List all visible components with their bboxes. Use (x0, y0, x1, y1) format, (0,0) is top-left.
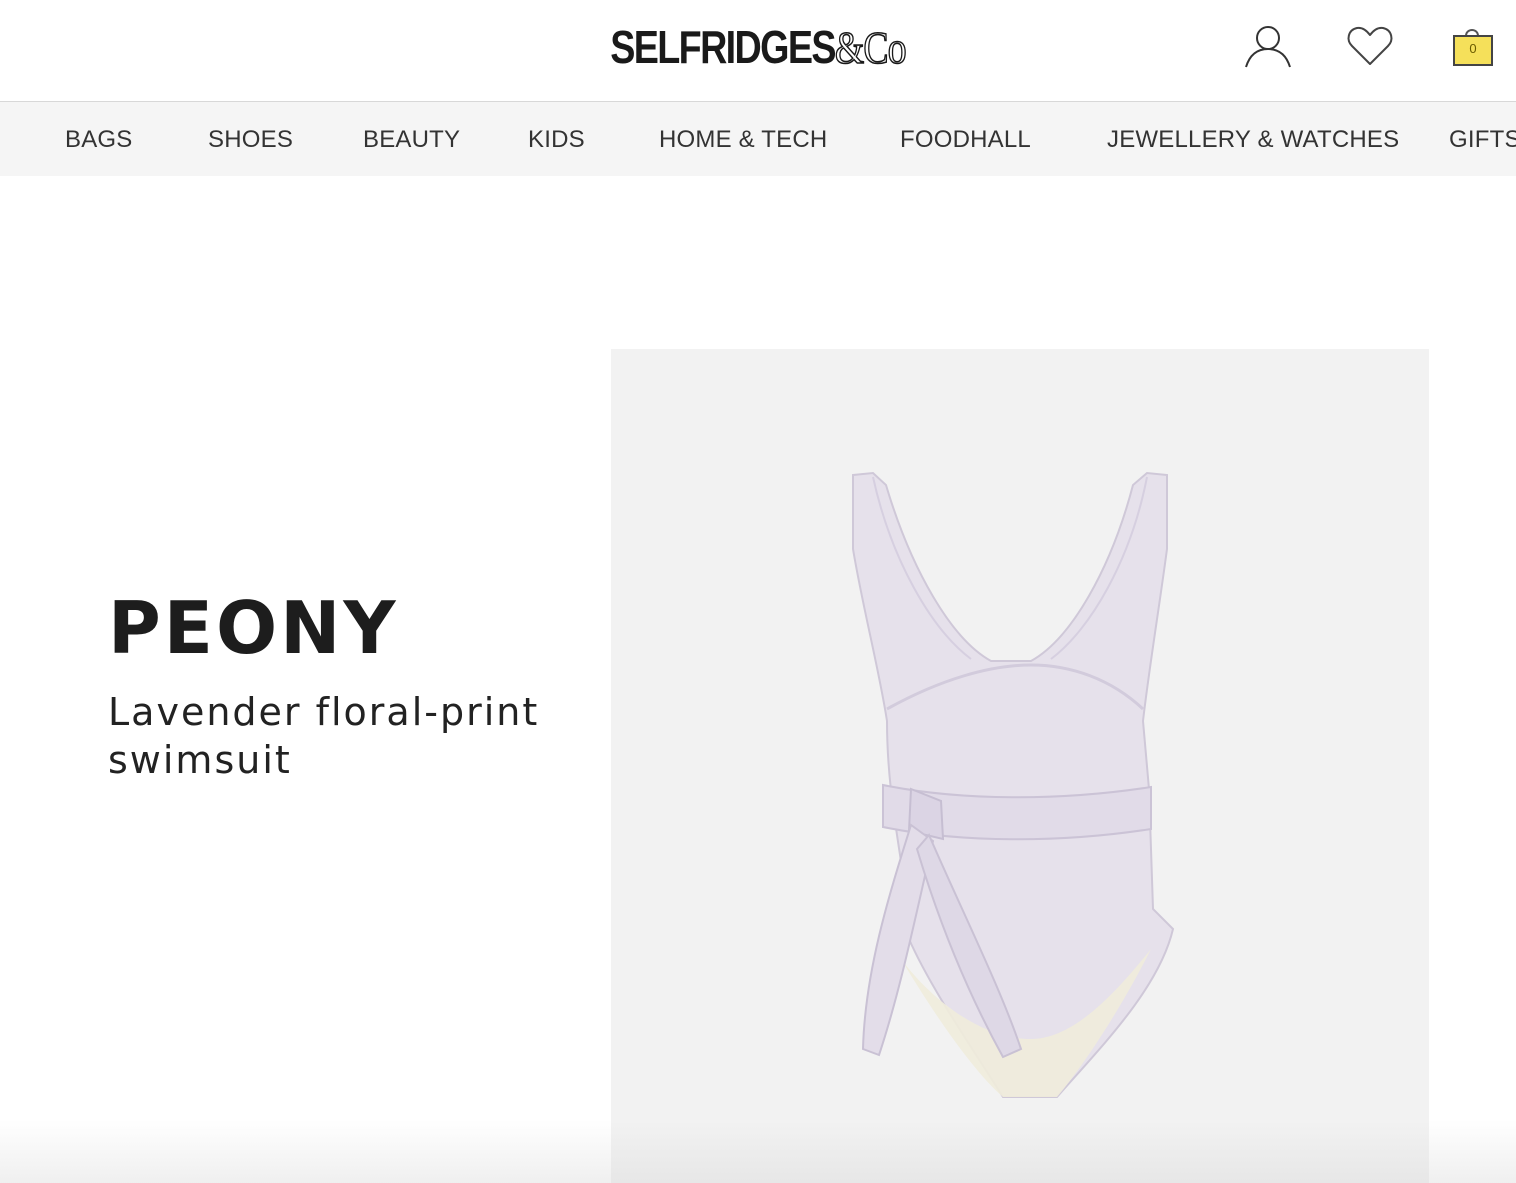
page: SELFRIDGES&Co 0 BAGS SHOES BEAUTY KIDS H… (0, 0, 1516, 1183)
wishlist-heart-icon (1347, 26, 1393, 65)
nav-item-shoes[interactable]: SHOES (208, 126, 293, 154)
product-image[interactable] (611, 349, 1429, 1183)
shopping-bag-button[interactable]: 0 (1446, 22, 1498, 70)
nav-item-home-tech[interactable]: HOME & TECH (659, 126, 827, 154)
nav-item-foodhall[interactable]: FOODHALL (900, 126, 1031, 154)
header-icons: 0 (1216, 22, 1516, 70)
wishlist-button[interactable] (1344, 22, 1396, 70)
logo-suffix: &Co (834, 22, 907, 74)
nav-item-kids[interactable]: KIDS (528, 126, 585, 154)
nav-item-bags[interactable]: BAGS (65, 126, 133, 154)
nav-item-beauty[interactable]: BEAUTY (363, 126, 460, 154)
selfridges-logo[interactable]: SELFRIDGES&Co (136, 21, 1379, 74)
logo-wordmark: SELFRIDGES (610, 21, 836, 73)
swimsuit-illustration (852, 471, 1175, 1098)
product-name: Lavender floral-print swimsuit (108, 690, 540, 782)
main-navigation: BAGS SHOES BEAUTY KIDS HOME & TECH FOODH… (0, 102, 1516, 176)
nav-item-gifts[interactable]: GIFTS (1449, 126, 1516, 154)
account-icon (1245, 26, 1291, 68)
site-header: SELFRIDGES&Co 0 (0, 0, 1516, 102)
account-button[interactable] (1242, 22, 1294, 70)
product-brand[interactable]: PEONY (108, 588, 399, 668)
bag-count-badge: 0 (1469, 41, 1477, 56)
nav-item-jewellery-watches[interactable]: JEWELLERY & WATCHES (1107, 126, 1399, 154)
